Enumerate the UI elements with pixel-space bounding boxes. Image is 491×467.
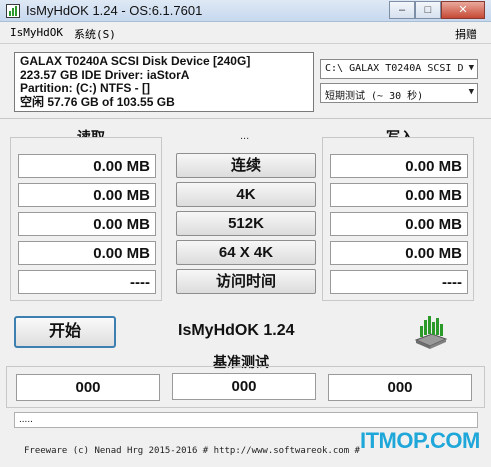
drive-select-value: C:\ GALAX T0240A SCSI D	[325, 63, 464, 74]
write-4k-value: 0.00 MB	[330, 183, 468, 207]
read-access-time-value: ----	[18, 270, 156, 294]
write-512k-value: 0.00 MB	[330, 212, 468, 236]
center-label: ...	[240, 130, 250, 142]
menu-ismyhdok[interactable]: IsMyHdOK	[10, 26, 63, 39]
read-512k-value: 0.00 MB	[18, 212, 156, 236]
benchmark-read-score: 000	[16, 374, 160, 401]
read-64x4k-value: 0.00 MB	[18, 241, 156, 265]
disk-size-driver: 223.57 GB IDE Driver: iaStorA	[20, 67, 190, 82]
write-64x4k-value: 0.00 MB	[330, 241, 468, 265]
chevron-down-icon[interactable]: ▼	[469, 87, 474, 97]
watermark: ITMOP.COM	[360, 428, 480, 453]
test-length-select[interactable]: 短期测试 (~ 30 秒) ▼	[320, 83, 478, 103]
512k-button[interactable]: 512K	[176, 211, 316, 236]
chevron-down-icon[interactable]: ▼	[469, 63, 474, 73]
benchmark-write-score: 000	[328, 374, 472, 401]
window-title: IsMyHdOK 1.24 - OS:6.1.7601	[26, 3, 203, 18]
sequential-button[interactable]: 连续	[176, 153, 316, 178]
menu-system[interactable]: 系统(S)	[74, 26, 116, 42]
start-button[interactable]: 开始	[14, 316, 116, 348]
minimize-button[interactable]: –	[389, 1, 415, 19]
test-length-value: 短期测试 (~ 30 秒)	[325, 91, 424, 102]
free-space: 空闲 57.76 GB of 103.55 GB	[20, 94, 175, 109]
4k-button[interactable]: 4K	[176, 182, 316, 207]
access-time-button[interactable]: 访问时间	[176, 269, 316, 294]
status-bar: .....	[14, 412, 478, 428]
close-button[interactable]: ✕	[441, 1, 485, 19]
read-sequential-value: 0.00 MB	[18, 154, 156, 178]
title-bar[interactable]: IsMyHdOK 1.24 - OS:6.1.7601 – □ ✕	[0, 0, 491, 22]
drive-select[interactable]: C:\ GALAX T0240A SCSI D ▼	[320, 59, 478, 79]
app-brand: IsMyHdOK 1.24	[178, 322, 295, 339]
menu-bar: IsMyHdOK 系统(S) 捐赠	[0, 22, 491, 44]
read-4k-value: 0.00 MB	[18, 183, 156, 207]
app-icon	[6, 4, 20, 18]
disk-info-panel: GALAX T0240A SCSI Disk Device [240G] 223…	[14, 52, 314, 112]
benchmark-total-score: 000	[172, 373, 316, 400]
partition-info: Partition: (C:) NTFS - []	[20, 81, 150, 95]
footer-credits[interactable]: Freeware (c) Nenad Hrg 2015-2016 # http:…	[24, 446, 360, 456]
menu-donate[interactable]: 捐赠	[455, 26, 477, 42]
disk-name: GALAX T0240A SCSI Disk Device [240G]	[20, 54, 251, 68]
write-access-time-value: ----	[330, 270, 468, 294]
maximize-button[interactable]: □	[415, 1, 441, 19]
hdd-icon	[414, 316, 448, 349]
divider	[0, 118, 491, 119]
64x4k-button[interactable]: 64 X 4K	[176, 240, 316, 265]
write-sequential-value: 0.00 MB	[330, 154, 468, 178]
